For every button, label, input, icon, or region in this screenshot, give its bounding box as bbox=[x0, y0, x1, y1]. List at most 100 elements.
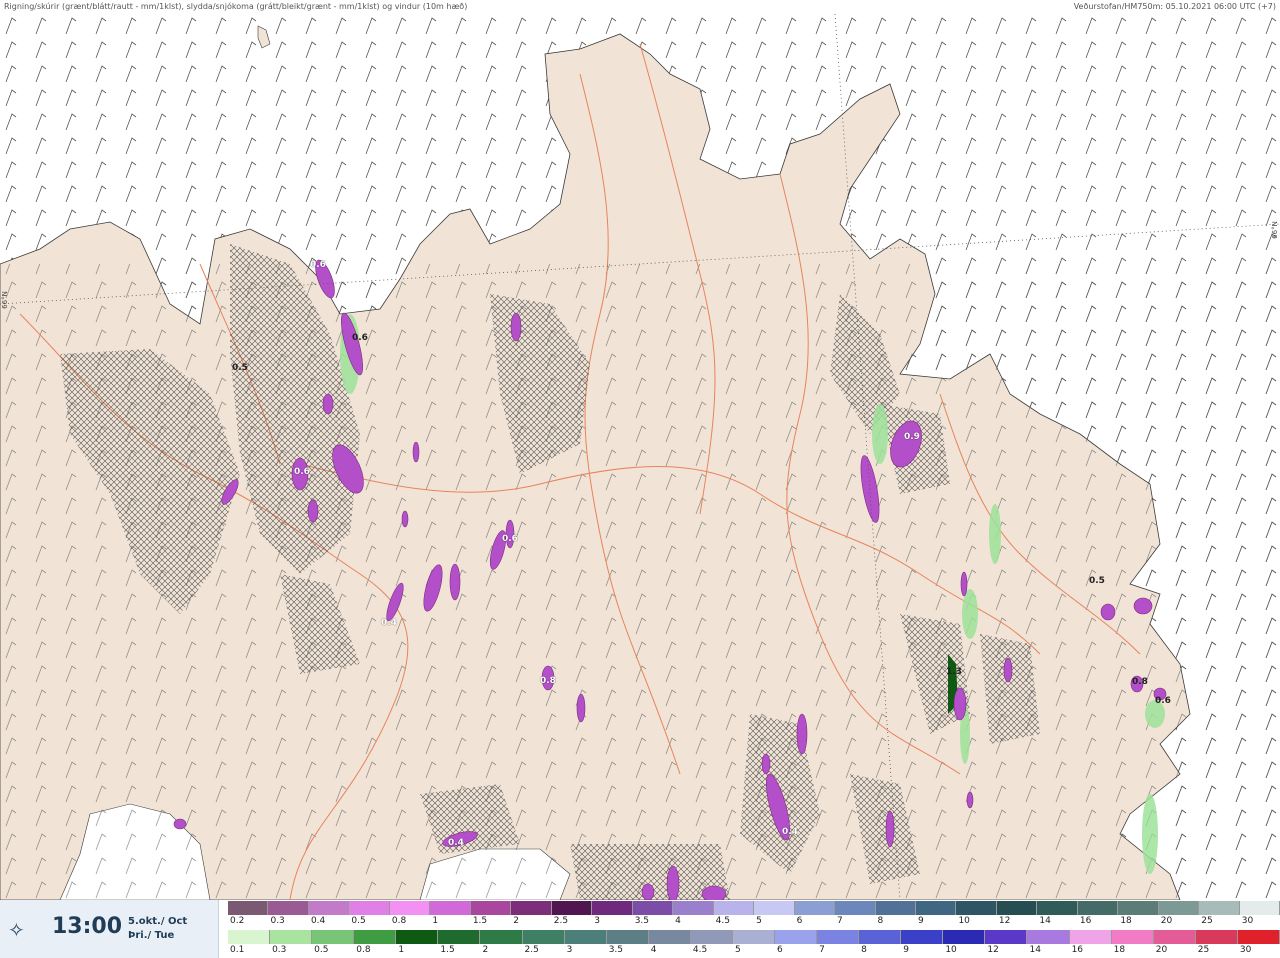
scale-tick-label: 3.5 bbox=[608, 945, 624, 955]
scale-tick-label: 8 bbox=[861, 945, 867, 955]
lat-label: 66°N bbox=[0, 291, 9, 309]
scale-tick-label: 9 bbox=[917, 916, 924, 926]
scale-swatch bbox=[228, 930, 271, 944]
scale-swatch bbox=[732, 930, 776, 944]
scale-tick-label: 1.5 bbox=[472, 916, 488, 926]
scale-tick-label: 14 bbox=[1039, 916, 1051, 926]
scale-tick-label: 7 bbox=[819, 945, 825, 955]
scale-swatch bbox=[389, 901, 431, 915]
scale-swatch bbox=[632, 901, 674, 915]
scale-tick-label: 3.5 bbox=[634, 916, 650, 926]
precip-value-label: 0.9 bbox=[904, 432, 920, 442]
scale-swatch bbox=[835, 901, 876, 915]
scale-swatch bbox=[354, 930, 397, 944]
scale-swatch bbox=[996, 901, 1038, 915]
scale-tick-label: 3 bbox=[594, 916, 600, 926]
scale-swatch bbox=[606, 930, 649, 944]
scale-tick-label: 25 bbox=[1197, 945, 1210, 955]
scale-tick-label: 2.5 bbox=[524, 945, 539, 955]
scale-tick-label: 9 bbox=[903, 945, 909, 955]
scale-swatch bbox=[1153, 930, 1196, 944]
precip-value-label: 0.6 bbox=[1155, 696, 1171, 706]
precip-value-label: 0.4 bbox=[381, 618, 397, 628]
forecast-weekday: Þri./ Tue bbox=[128, 930, 175, 941]
snow-scale-labels: 0.2 0.3 0.4 0.5 0.8 1 1.5 2 2.5 3 3.5 4 4.5 5 6 7 8 9 10 12… bbox=[228, 916, 1280, 929]
scale-tick-label: 4 bbox=[650, 945, 657, 955]
scale-swatch bbox=[754, 901, 795, 915]
precip-value-label: 0.5 bbox=[232, 363, 248, 373]
scale-swatch bbox=[794, 901, 836, 915]
scale-tick-label: 20 bbox=[1155, 945, 1168, 955]
scale-tick-label: 2 bbox=[482, 945, 489, 955]
header-bar: Rigning/skúrir (grænt/blátt/rautt - mm/1… bbox=[0, 0, 1280, 14]
scale-tick-label: 0.8 bbox=[356, 945, 371, 955]
precip-value-label: 0.6 bbox=[502, 534, 518, 544]
scale-swatch bbox=[430, 901, 471, 915]
scale-tick-label: 10 bbox=[958, 916, 970, 926]
scale-tick-label: 0.5 bbox=[314, 945, 329, 955]
scale-tick-label: 4 bbox=[675, 916, 681, 926]
map-title: Rigning/skúrir (grænt/blátt/rautt - mm/1… bbox=[4, 2, 468, 11]
scale-tick-label: 30 bbox=[1241, 916, 1254, 926]
scale-tick-label: 12 bbox=[998, 916, 1011, 926]
forecast-date: 5.okt./ Oct bbox=[128, 916, 188, 927]
scale-swatch bbox=[268, 901, 309, 915]
snow-color-scale bbox=[228, 901, 1280, 915]
scale-swatch bbox=[564, 930, 607, 944]
scale-swatch bbox=[713, 901, 755, 915]
precip-value-label: 0.4 bbox=[782, 827, 798, 837]
scale-tick-label: 16 bbox=[1079, 916, 1092, 926]
scale-tick-label: 1 bbox=[398, 945, 405, 955]
scale-swatch bbox=[875, 901, 916, 915]
compass-icon[interactable]: ✧ bbox=[8, 918, 25, 942]
scale-tick-label: 18 bbox=[1120, 916, 1132, 926]
scale-swatch bbox=[690, 930, 733, 944]
scale-tick-label: 14 bbox=[1029, 945, 1041, 955]
scale-swatch bbox=[438, 930, 481, 944]
scale-swatch bbox=[349, 901, 390, 915]
scale-tick-label: 6 bbox=[777, 945, 783, 955]
scale-tick-label: 5 bbox=[734, 945, 741, 955]
scale-swatch bbox=[270, 930, 313, 944]
scale-swatch bbox=[312, 930, 355, 944]
scale-swatch bbox=[1195, 930, 1238, 944]
scale-tick-label: 6 bbox=[796, 916, 803, 926]
scale-swatch bbox=[915, 901, 957, 915]
scale-tick-label: 30 bbox=[1239, 945, 1252, 955]
scale-swatch bbox=[228, 901, 269, 915]
scale-swatch bbox=[522, 930, 565, 944]
precip-value-label: 0.6 bbox=[310, 260, 326, 270]
scale-tick-label: 5 bbox=[756, 916, 762, 926]
scale-tick-label: 18 bbox=[1113, 945, 1126, 955]
weather-map[interactable] bbox=[0, 14, 1280, 900]
scale-swatch bbox=[1199, 901, 1240, 915]
scale-tick-label: 0.2 bbox=[230, 916, 245, 926]
scale-tick-label: 2 bbox=[513, 916, 520, 926]
scale-swatch bbox=[511, 901, 552, 915]
time-display[interactable]: ✧ 13:00 5.okt./ Oct Þri./ Tue bbox=[0, 900, 219, 958]
scale-tick-label: 8 bbox=[877, 916, 884, 926]
scale-swatch bbox=[1027, 930, 1070, 944]
scale-swatch bbox=[859, 930, 902, 944]
scale-swatch bbox=[1111, 930, 1154, 944]
scale-swatch bbox=[551, 901, 593, 915]
scale-tick-label: 12 bbox=[987, 945, 999, 955]
scale-tick-label: 4.5 bbox=[692, 945, 708, 955]
scale-swatch bbox=[817, 930, 860, 944]
scale-tick-label: 3 bbox=[566, 945, 573, 955]
scale-tick-label: 0.8 bbox=[391, 916, 407, 926]
forecast-time: 13:00 bbox=[52, 914, 123, 939]
scale-tick-label: 25 bbox=[1201, 916, 1213, 926]
footer-bar: ✧ 13:00 5.okt./ Oct Þri./ Tue 0.2 0.3 0.4 0… bbox=[0, 900, 1280, 958]
scale-swatch bbox=[985, 930, 1028, 944]
scale-swatch bbox=[901, 930, 944, 944]
scale-swatch bbox=[592, 901, 633, 915]
scale-swatch bbox=[480, 930, 523, 944]
scale-swatch bbox=[1069, 930, 1112, 944]
scale-swatch bbox=[1037, 901, 1078, 915]
scale-tick-label: 0.4 bbox=[310, 916, 326, 926]
precip-value-label: 1.3 bbox=[946, 667, 962, 677]
scale-tick-label: 1.5 bbox=[440, 945, 455, 955]
precip-value-label: 0.8 bbox=[1132, 677, 1148, 687]
precip-value-label: 0.6 bbox=[352, 333, 368, 343]
